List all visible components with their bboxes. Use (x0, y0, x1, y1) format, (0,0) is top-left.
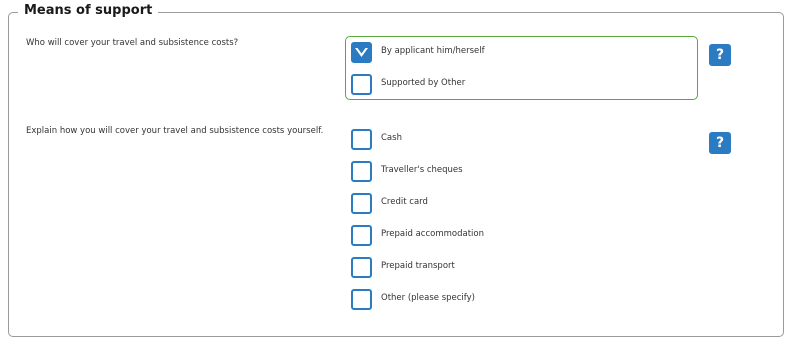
question-mark-icon: ? (715, 135, 725, 151)
checkbox-other-specify[interactable] (351, 289, 372, 310)
option-label: Supported by Other (381, 78, 466, 88)
option-label: Other (please specify) (381, 293, 475, 303)
help-button-travel-costs[interactable]: ? (709, 44, 731, 66)
option-label: Prepaid accommodation (381, 229, 484, 239)
cover-costs-yourself-question: Explain how you will cover your travel a… (26, 126, 324, 136)
travel-costs-question: Who will cover your travel and subsisten… (26, 38, 239, 48)
checkbox-travellers-cheques[interactable] (351, 161, 372, 182)
checkbox-cash[interactable] (351, 129, 372, 150)
option-label: Credit card (381, 197, 428, 207)
question-mark-icon: ? (715, 47, 725, 63)
checkbox-by-applicant[interactable] (351, 42, 372, 63)
section-title: Means of support (18, 3, 159, 19)
checkbox-prepaid-accommodation[interactable] (351, 225, 372, 246)
checkbox-prepaid-transport[interactable] (351, 257, 372, 278)
checkbox-credit-card[interactable] (351, 193, 372, 214)
option-label: Traveller's cheques (381, 165, 463, 175)
option-label: Prepaid transport (381, 261, 455, 271)
help-button-cover-costs[interactable]: ? (709, 132, 731, 154)
option-label: Cash (381, 133, 402, 143)
option-label: By applicant him/herself (381, 46, 485, 56)
checkbox-supported-by-other[interactable] (351, 74, 372, 95)
checkmark-icon (355, 48, 368, 57)
